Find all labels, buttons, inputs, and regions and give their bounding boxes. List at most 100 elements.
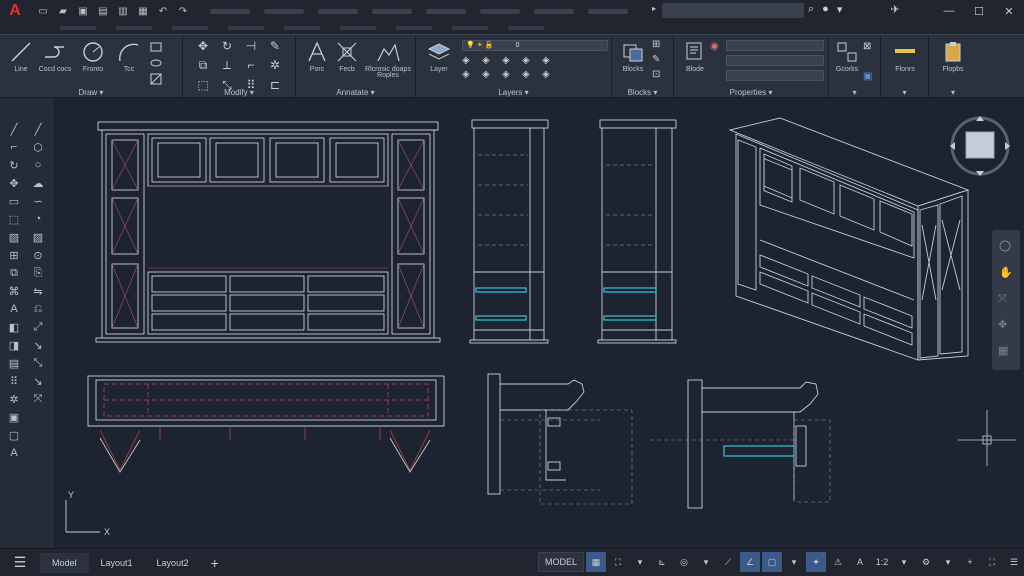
lineweight-dropdown[interactable]	[726, 55, 824, 66]
layer-tool-icon[interactable]: ◈	[522, 69, 542, 80]
group-tool[interactable]: Gcorks	[833, 39, 861, 73]
trim-icon[interactable]: ⊣	[239, 39, 263, 53]
ellipse-icon[interactable]	[150, 57, 162, 69]
move-icon[interactable]: ✥	[191, 39, 215, 53]
leader-icon[interactable]: ↘	[30, 338, 46, 352]
multileader-tool[interactable]: Rlcrosic doaps Roples	[362, 39, 414, 79]
array-icon[interactable]: ⠿	[6, 374, 22, 388]
scale-icon[interactable]: ⤧	[30, 392, 46, 406]
search-input[interactable]	[662, 3, 804, 18]
modify-panel-title[interactable]: Modify ▾	[183, 88, 295, 97]
new-icon[interactable]: ▭	[36, 4, 50, 18]
polyline-tool[interactable]: Cocd cocs	[36, 39, 74, 73]
minimize-button[interactable]: —	[934, 0, 964, 22]
redo-icon[interactable]: ↷	[176, 4, 190, 18]
layer-tool-icon[interactable]: ◈	[542, 55, 562, 66]
groups-panel-title[interactable]: ▾	[829, 88, 880, 97]
layer-tool-icon[interactable]: ◈	[462, 69, 482, 80]
autoscale-icon[interactable]: ⚠	[828, 552, 848, 572]
edit-block-icon[interactable]: ✎	[652, 54, 660, 65]
stretch-icon[interactable]: ⤡	[30, 356, 46, 370]
rectangle-icon[interactable]	[150, 41, 162, 53]
draw-panel-title[interactable]: Draw ▾	[0, 88, 182, 97]
layer-tool-icon[interactable]: ◈	[462, 55, 482, 66]
close-button[interactable]: ✕	[994, 0, 1024, 22]
dropdown-icon[interactable]: ▾	[938, 552, 958, 572]
insert-icon[interactable]: ⎘	[30, 266, 46, 280]
tab-model[interactable]: Model	[40, 552, 89, 573]
layer-tool-icon[interactable]: ◈	[502, 55, 522, 66]
dropdown-icon[interactable]: ▾	[630, 552, 650, 572]
match-properties-tool[interactable]: Blode	[676, 39, 714, 73]
navigation-bar[interactable]: ✋ ⤧ ✥ ▦	[992, 230, 1020, 370]
layer-tool-icon[interactable]: ◈	[482, 69, 502, 80]
fullscreen-icon[interactable]: ⛶	[982, 552, 1002, 572]
polyline-icon[interactable]: ⌐	[6, 140, 22, 154]
frame-icon[interactable]: ▢	[6, 428, 22, 442]
gradient-icon[interactable]: ▨	[30, 230, 46, 244]
dropdown-icon[interactable]: ▾	[784, 552, 804, 572]
dim-icon[interactable]: ⤢	[30, 320, 46, 334]
add-icon[interactable]: +	[960, 552, 980, 572]
plot-icon[interactable]: ▦	[136, 4, 150, 18]
maximize-button[interactable]: ☐	[964, 0, 994, 22]
spline-icon[interactable]: ∽	[30, 194, 46, 208]
saveas-icon[interactable]: ▤	[96, 4, 110, 18]
add-layout-button[interactable]: +	[201, 555, 229, 571]
snap-icon[interactable]: ⛶	[608, 552, 628, 572]
annotation-scale-value[interactable]: 1:2	[872, 552, 892, 572]
isodraft-icon[interactable]: ⟋	[718, 552, 738, 572]
hatch-icon[interactable]	[150, 73, 162, 85]
ortho-icon[interactable]: ⊾	[652, 552, 672, 572]
tab-placeholder[interactable]	[228, 26, 264, 30]
polygon-icon[interactable]: ⬡	[30, 140, 46, 154]
blocks-panel-title[interactable]: Blocks ▾	[612, 88, 673, 97]
dropdown-icon[interactable]: ▾	[837, 3, 843, 16]
hatch-icon[interactable]: ▧	[6, 230, 22, 244]
print-icon[interactable]: ▥	[116, 4, 130, 18]
move-icon[interactable]: ✥	[6, 176, 22, 190]
rectangle-icon[interactable]: ▭	[6, 194, 22, 208]
clipboard-panel-title[interactable]: ▾	[929, 88, 977, 97]
customize-icon[interactable]: ☰	[1004, 552, 1024, 572]
osnap-icon[interactable]: ▢	[762, 552, 782, 572]
line-tool[interactable]: Line	[2, 39, 40, 73]
text-icon[interactable]: A	[6, 302, 22, 316]
current-layer-dropdown[interactable]: 💡 ☀ 🔓 0	[462, 40, 608, 51]
explode-icon[interactable]: ✲	[263, 58, 287, 73]
tab-placeholder[interactable]	[396, 26, 432, 30]
point-icon[interactable]: ⊙	[30, 248, 46, 262]
utilities-panel-title[interactable]: ▾	[881, 88, 928, 97]
grid-icon[interactable]: ▦	[586, 552, 606, 572]
tab-placeholder[interactable]	[60, 26, 96, 30]
open-icon[interactable]: ▰	[56, 4, 70, 18]
properties-icon[interactable]: ▤	[6, 356, 22, 370]
revcloud-icon[interactable]: ☁	[30, 176, 46, 190]
xline-icon[interactable]: ╱	[30, 122, 46, 136]
user-icon[interactable]: ●	[822, 3, 829, 16]
model-space-button[interactable]: MODEL	[537, 552, 584, 572]
tab-layout2[interactable]: Layout2	[145, 553, 201, 573]
erase-icon[interactable]: ✎	[263, 39, 287, 53]
tab-layout1[interactable]: Layout1	[89, 553, 145, 573]
arc-icon[interactable]: ↻	[6, 158, 22, 172]
ungroup-icon[interactable]: ⊠	[863, 41, 871, 52]
layer-tool-icon[interactable]: ◈	[482, 55, 502, 66]
tab-placeholder[interactable]	[452, 26, 488, 30]
line-icon[interactable]: ╱	[6, 122, 22, 136]
tab-placeholder[interactable]	[116, 26, 152, 30]
layer-icon[interactable]: ◧	[6, 320, 22, 334]
group-edit-icon[interactable]: ▣	[863, 71, 872, 82]
undo-icon[interactable]: ↶	[156, 4, 170, 18]
gear-icon[interactable]: ⚙	[916, 552, 936, 572]
tab-placeholder[interactable]	[508, 26, 544, 30]
mirror-icon[interactable]: ⟂	[215, 58, 239, 73]
arc-tool[interactable]: Tcc	[110, 39, 148, 73]
search-icon[interactable]: ⌕	[808, 3, 814, 16]
layer-tool-icon[interactable]: ◈	[542, 69, 562, 80]
insert-block-tool[interactable]: Blocks	[614, 39, 652, 73]
tab-placeholder[interactable]	[284, 26, 320, 30]
polar-icon[interactable]: ◎	[674, 552, 694, 572]
paste-tool[interactable]: Flopbs	[934, 39, 972, 73]
app-menu-button[interactable]: A	[0, 0, 30, 22]
